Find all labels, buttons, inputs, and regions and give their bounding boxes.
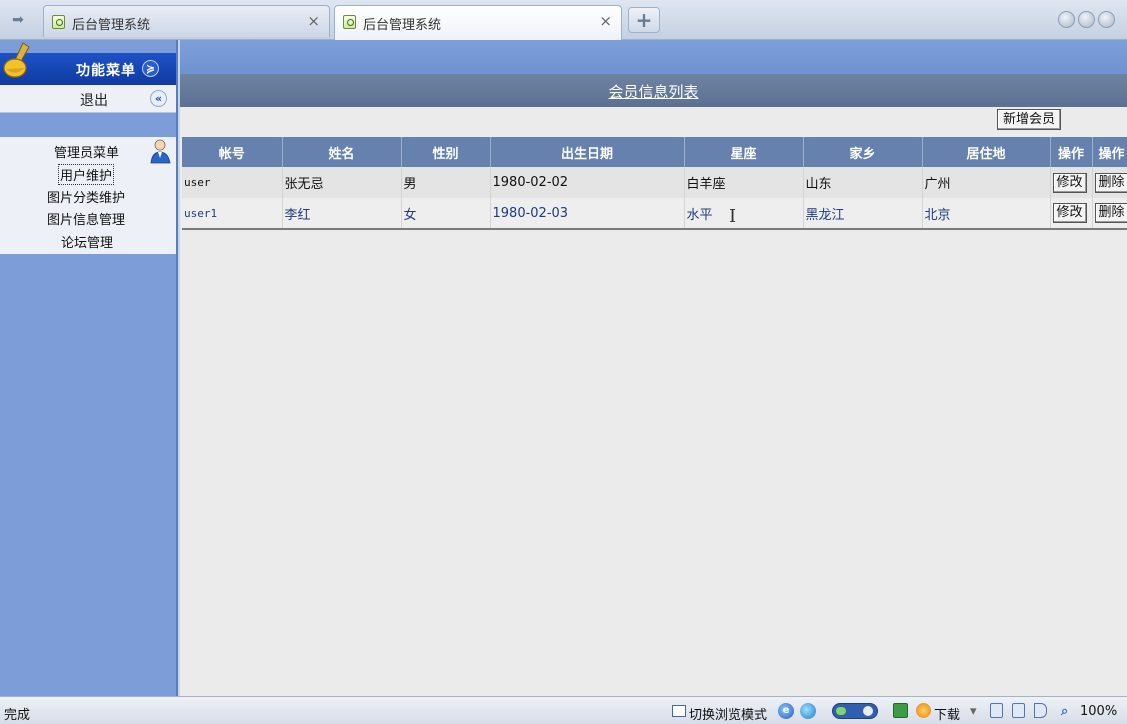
delete-button[interactable]: 删除 xyxy=(1094,172,1127,193)
cell-edit: 修改 xyxy=(1050,167,1093,198)
zoom-level[interactable]: 100% xyxy=(1080,704,1117,719)
logout-link[interactable]: 退出 xyxy=(80,90,108,110)
cell-account: user1 xyxy=(182,198,283,230)
sidebar-toggle-icon[interactable]: ➡ xyxy=(6,9,30,31)
add-member-button[interactable]: 新增会员 xyxy=(997,109,1062,130)
zoom-icon[interactable]: ⌕ xyxy=(1061,704,1068,719)
download-dropdown-icon[interactable]: ▾ xyxy=(970,704,977,719)
cell-residence: 广州 xyxy=(922,167,1051,198)
table-header-row: 帐号 姓名 性别 出生日期 星座 家乡 居住地 操作 操作 xyxy=(182,137,1127,167)
cell-zodiac: 水平 xyxy=(684,198,804,230)
function-menu-title: 功能菜单 xyxy=(76,63,136,79)
page-title[interactable]: 会员信息列表 xyxy=(180,81,1127,102)
cell-hometown: 山东 xyxy=(803,167,923,198)
column-header-zodiac: 星座 xyxy=(684,137,804,167)
cell-delete: 删除 xyxy=(1092,198,1127,230)
cell-birthday: 1980-02-02 xyxy=(490,167,685,198)
page-title-bar: 会员信息列表 xyxy=(180,74,1127,107)
column-header-birthday: 出生日期 xyxy=(490,137,685,167)
accelerator-toggle-icon[interactable] xyxy=(832,703,878,719)
page-icon xyxy=(343,15,356,29)
cell-gender: 男 xyxy=(401,167,491,198)
column-header-residence: 居住地 xyxy=(922,137,1051,167)
admin-user-icon xyxy=(150,139,171,164)
column-header-gender: 性别 xyxy=(401,137,491,167)
column-header-action-edit: 操作 xyxy=(1050,137,1093,167)
speaker-icon[interactable] xyxy=(1034,703,1047,718)
cell-gender: 女 xyxy=(401,198,491,230)
function-menu-header: 功能菜单 ≽ xyxy=(0,42,176,85)
text-cursor-icon: I xyxy=(729,206,737,227)
delete-button[interactable]: 删除 xyxy=(1094,203,1127,223)
collapse-sidebar-icon[interactable]: « xyxy=(150,90,167,107)
browser-tab-title: 后台管理系统 xyxy=(72,18,151,33)
browser-tab-1[interactable]: 后台管理系统 × xyxy=(43,5,330,37)
close-window-icon[interactable] xyxy=(1098,11,1115,28)
member-table: 帐号 姓名 性别 出生日期 星座 家乡 居住地 操作 操作 user 张无忌 男… xyxy=(182,137,1127,230)
calendar-icon[interactable] xyxy=(893,703,908,718)
logout-row[interactable]: 退出 « xyxy=(0,85,176,113)
download-icon[interactable] xyxy=(916,703,931,718)
cell-residence: 北京 xyxy=(922,198,1051,230)
clip-icon[interactable] xyxy=(990,703,1003,718)
download-label[interactable]: 下载 xyxy=(934,704,960,723)
sidebar-item-forum[interactable]: 论坛管理 xyxy=(61,232,113,251)
browse-mode-icon[interactable] xyxy=(672,705,686,717)
minimize-window-icon[interactable] xyxy=(1058,11,1075,28)
column-header-action-delete: 操作 xyxy=(1092,137,1127,167)
cell-name: 张无忌 xyxy=(282,167,402,198)
menu-expand-icon[interactable]: ≽ xyxy=(142,60,159,77)
cell-name: 李红 xyxy=(282,198,402,230)
browser-tab-title: 后台管理系统 xyxy=(363,18,442,33)
cell-account: user xyxy=(182,167,283,198)
brush-logo-icon xyxy=(3,42,30,78)
new-tab-button[interactable]: + xyxy=(628,7,660,33)
cell-delete: 删除 xyxy=(1092,167,1127,198)
status-text: 完成 xyxy=(4,708,31,723)
cell-hometown: 黑龙江 xyxy=(803,198,923,230)
window-icon[interactable] xyxy=(1012,703,1025,718)
sidebar-item-image-info[interactable]: 图片信息管理 xyxy=(47,209,125,228)
ie-engine-icon[interactable]: e xyxy=(778,703,794,719)
cell-edit: 修改 xyxy=(1050,198,1093,230)
table-row: user 张无忌 男 1980-02-02 白羊座 山东 广州 修改 删除 xyxy=(182,167,1127,198)
close-tab-icon[interactable]: × xyxy=(307,12,320,30)
top-banner xyxy=(180,40,1127,74)
column-header-hometown: 家乡 xyxy=(803,137,923,167)
column-header-name: 姓名 xyxy=(282,137,402,167)
globe-icon[interactable] xyxy=(800,703,816,719)
maximize-window-icon[interactable] xyxy=(1078,11,1095,28)
edit-button[interactable]: 修改 xyxy=(1052,172,1087,193)
browse-mode-label[interactable]: 切换浏览模式 xyxy=(689,704,767,723)
status-bar: 完成 切换浏览模式 e 下载 ▾ ⌕ 100% xyxy=(0,696,1127,724)
sidebar: 功能菜单 ≽ 退出 « 管理员菜单 用户维护 图片分类维护 图片信息管理 论坛管… xyxy=(0,40,178,696)
admin-menu-title: 管理员菜单 xyxy=(54,146,120,161)
admin-submenu: 管理员菜单 用户维护 图片分类维护 图片信息管理 论坛管理 xyxy=(0,137,176,254)
main-content: 会员信息列表 新增会员 帐号 姓名 性别 出生日期 星座 家乡 居住地 操作 操… xyxy=(180,40,1127,696)
cell-zodiac: 白羊座 xyxy=(684,167,804,198)
page-icon xyxy=(52,15,65,29)
cell-birthday: 1980-02-03 xyxy=(490,198,685,230)
sidebar-item-image-category[interactable]: 图片分类维护 xyxy=(47,187,125,206)
column-header-account: 帐号 xyxy=(182,137,283,167)
sidebar-item-user-maintenance[interactable]: 用户维护 xyxy=(58,164,115,185)
edit-button[interactable]: 修改 xyxy=(1052,203,1087,223)
browser-tab-2[interactable]: 后台管理系统 × xyxy=(334,5,622,40)
close-tab-icon[interactable]: × xyxy=(599,12,612,30)
table-row: user1 李红 女 1980-02-03 水平 黑龙江 北京 修改 删除 xyxy=(182,198,1127,230)
browser-tab-strip: ➡ 后台管理系统 × 后台管理系统 × + xyxy=(0,0,1127,40)
